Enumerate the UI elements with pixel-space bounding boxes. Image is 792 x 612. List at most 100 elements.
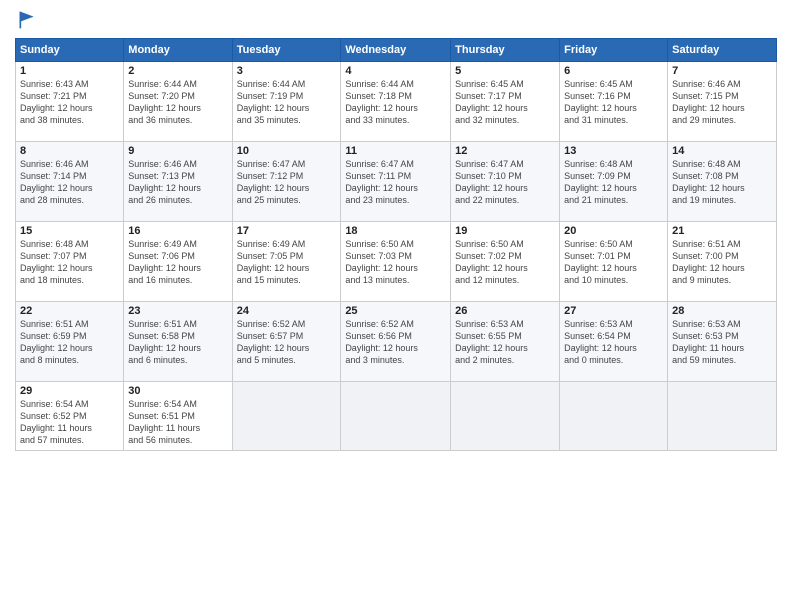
day-number: 29 xyxy=(20,385,119,397)
weekday-header-sunday: Sunday xyxy=(16,39,124,62)
day-cell: 24Sunrise: 6:52 AM Sunset: 6:57 PM Dayli… xyxy=(232,302,341,382)
day-number: 13 xyxy=(564,145,663,157)
day-number: 1 xyxy=(20,65,119,77)
day-number: 28 xyxy=(672,305,772,317)
day-number: 26 xyxy=(455,305,555,317)
day-info: Sunrise: 6:51 AM Sunset: 7:00 PM Dayligh… xyxy=(672,238,772,287)
day-info: Sunrise: 6:49 AM Sunset: 7:06 PM Dayligh… xyxy=(128,238,227,287)
weekday-header-monday: Monday xyxy=(124,39,232,62)
weekday-header-friday: Friday xyxy=(560,39,668,62)
day-cell: 29Sunrise: 6:54 AM Sunset: 6:52 PM Dayli… xyxy=(16,382,124,451)
day-cell: 2Sunrise: 6:44 AM Sunset: 7:20 PM Daylig… xyxy=(124,62,232,142)
day-cell: 3Sunrise: 6:44 AM Sunset: 7:19 PM Daylig… xyxy=(232,62,341,142)
day-cell: 4Sunrise: 6:44 AM Sunset: 7:18 PM Daylig… xyxy=(341,62,451,142)
day-number: 14 xyxy=(672,145,772,157)
day-info: Sunrise: 6:50 AM Sunset: 7:03 PM Dayligh… xyxy=(345,238,446,287)
day-cell: 5Sunrise: 6:45 AM Sunset: 7:17 PM Daylig… xyxy=(451,62,560,142)
day-cell: 25Sunrise: 6:52 AM Sunset: 6:56 PM Dayli… xyxy=(341,302,451,382)
day-cell: 1Sunrise: 6:43 AM Sunset: 7:21 PM Daylig… xyxy=(16,62,124,142)
day-info: Sunrise: 6:46 AM Sunset: 7:14 PM Dayligh… xyxy=(20,158,119,207)
day-info: Sunrise: 6:51 AM Sunset: 6:58 PM Dayligh… xyxy=(128,318,227,367)
day-number: 17 xyxy=(237,225,337,237)
day-info: Sunrise: 6:50 AM Sunset: 7:02 PM Dayligh… xyxy=(455,238,555,287)
day-info: Sunrise: 6:52 AM Sunset: 6:57 PM Dayligh… xyxy=(237,318,337,367)
day-cell: 15Sunrise: 6:48 AM Sunset: 7:07 PM Dayli… xyxy=(16,222,124,302)
day-cell: 30Sunrise: 6:54 AM Sunset: 6:51 PM Dayli… xyxy=(124,382,232,451)
day-cell: 14Sunrise: 6:48 AM Sunset: 7:08 PM Dayli… xyxy=(668,142,777,222)
day-info: Sunrise: 6:46 AM Sunset: 7:15 PM Dayligh… xyxy=(672,78,772,127)
day-info: Sunrise: 6:54 AM Sunset: 6:51 PM Dayligh… xyxy=(128,398,227,447)
day-number: 4 xyxy=(345,65,446,77)
day-info: Sunrise: 6:54 AM Sunset: 6:52 PM Dayligh… xyxy=(20,398,119,447)
week-row-2: 8Sunrise: 6:46 AM Sunset: 7:14 PM Daylig… xyxy=(16,142,777,222)
day-number: 3 xyxy=(237,65,337,77)
day-number: 30 xyxy=(128,385,227,397)
weekday-header-wednesday: Wednesday xyxy=(341,39,451,62)
day-number: 5 xyxy=(455,65,555,77)
day-number: 19 xyxy=(455,225,555,237)
day-number: 6 xyxy=(564,65,663,77)
day-info: Sunrise: 6:47 AM Sunset: 7:12 PM Dayligh… xyxy=(237,158,337,207)
day-info: Sunrise: 6:47 AM Sunset: 7:10 PM Dayligh… xyxy=(455,158,555,207)
day-cell xyxy=(232,382,341,451)
week-row-1: 1Sunrise: 6:43 AM Sunset: 7:21 PM Daylig… xyxy=(16,62,777,142)
day-info: Sunrise: 6:53 AM Sunset: 6:54 PM Dayligh… xyxy=(564,318,663,367)
day-info: Sunrise: 6:44 AM Sunset: 7:20 PM Dayligh… xyxy=(128,78,227,127)
day-number: 11 xyxy=(345,145,446,157)
day-cell: 17Sunrise: 6:49 AM Sunset: 7:05 PM Dayli… xyxy=(232,222,341,302)
day-cell: 26Sunrise: 6:53 AM Sunset: 6:55 PM Dayli… xyxy=(451,302,560,382)
day-cell xyxy=(560,382,668,451)
day-cell: 11Sunrise: 6:47 AM Sunset: 7:11 PM Dayli… xyxy=(341,142,451,222)
day-cell xyxy=(341,382,451,451)
day-number: 2 xyxy=(128,65,227,77)
day-cell: 28Sunrise: 6:53 AM Sunset: 6:53 PM Dayli… xyxy=(668,302,777,382)
day-info: Sunrise: 6:46 AM Sunset: 7:13 PM Dayligh… xyxy=(128,158,227,207)
day-info: Sunrise: 6:47 AM Sunset: 7:11 PM Dayligh… xyxy=(345,158,446,207)
day-info: Sunrise: 6:48 AM Sunset: 7:07 PM Dayligh… xyxy=(20,238,119,287)
day-cell: 10Sunrise: 6:47 AM Sunset: 7:12 PM Dayli… xyxy=(232,142,341,222)
day-info: Sunrise: 6:51 AM Sunset: 6:59 PM Dayligh… xyxy=(20,318,119,367)
day-info: Sunrise: 6:43 AM Sunset: 7:21 PM Dayligh… xyxy=(20,78,119,127)
day-cell: 12Sunrise: 6:47 AM Sunset: 7:10 PM Dayli… xyxy=(451,142,560,222)
day-number: 7 xyxy=(672,65,772,77)
day-info: Sunrise: 6:48 AM Sunset: 7:09 PM Dayligh… xyxy=(564,158,663,207)
day-number: 21 xyxy=(672,225,772,237)
day-info: Sunrise: 6:44 AM Sunset: 7:19 PM Dayligh… xyxy=(237,78,337,127)
day-info: Sunrise: 6:52 AM Sunset: 6:56 PM Dayligh… xyxy=(345,318,446,367)
day-cell: 23Sunrise: 6:51 AM Sunset: 6:58 PM Dayli… xyxy=(124,302,232,382)
day-number: 20 xyxy=(564,225,663,237)
day-number: 22 xyxy=(20,305,119,317)
day-cell: 19Sunrise: 6:50 AM Sunset: 7:02 PM Dayli… xyxy=(451,222,560,302)
week-row-3: 15Sunrise: 6:48 AM Sunset: 7:07 PM Dayli… xyxy=(16,222,777,302)
weekday-header-thursday: Thursday xyxy=(451,39,560,62)
day-cell: 13Sunrise: 6:48 AM Sunset: 7:09 PM Dayli… xyxy=(560,142,668,222)
day-number: 8 xyxy=(20,145,119,157)
day-info: Sunrise: 6:45 AM Sunset: 7:17 PM Dayligh… xyxy=(455,78,555,127)
day-cell: 7Sunrise: 6:46 AM Sunset: 7:15 PM Daylig… xyxy=(668,62,777,142)
header xyxy=(15,10,777,30)
day-info: Sunrise: 6:45 AM Sunset: 7:16 PM Dayligh… xyxy=(564,78,663,127)
day-cell: 21Sunrise: 6:51 AM Sunset: 7:00 PM Dayli… xyxy=(668,222,777,302)
day-number: 24 xyxy=(237,305,337,317)
day-number: 25 xyxy=(345,305,446,317)
weekday-header-saturday: Saturday xyxy=(668,39,777,62)
day-number: 23 xyxy=(128,305,227,317)
day-number: 27 xyxy=(564,305,663,317)
day-cell: 20Sunrise: 6:50 AM Sunset: 7:01 PM Dayli… xyxy=(560,222,668,302)
weekday-row: SundayMondayTuesdayWednesdayThursdayFrid… xyxy=(16,39,777,62)
day-info: Sunrise: 6:49 AM Sunset: 7:05 PM Dayligh… xyxy=(237,238,337,287)
calendar-header: SundayMondayTuesdayWednesdayThursdayFrid… xyxy=(16,39,777,62)
day-cell: 16Sunrise: 6:49 AM Sunset: 7:06 PM Dayli… xyxy=(124,222,232,302)
logo-flag-icon xyxy=(17,10,37,30)
day-cell: 9Sunrise: 6:46 AM Sunset: 7:13 PM Daylig… xyxy=(124,142,232,222)
calendar-table: SundayMondayTuesdayWednesdayThursdayFrid… xyxy=(15,38,777,451)
day-cell: 27Sunrise: 6:53 AM Sunset: 6:54 PM Dayli… xyxy=(560,302,668,382)
day-cell: 6Sunrise: 6:45 AM Sunset: 7:16 PM Daylig… xyxy=(560,62,668,142)
day-number: 18 xyxy=(345,225,446,237)
day-info: Sunrise: 6:50 AM Sunset: 7:01 PM Dayligh… xyxy=(564,238,663,287)
day-info: Sunrise: 6:44 AM Sunset: 7:18 PM Dayligh… xyxy=(345,78,446,127)
day-number: 9 xyxy=(128,145,227,157)
calendar-body: 1Sunrise: 6:43 AM Sunset: 7:21 PM Daylig… xyxy=(16,62,777,451)
day-cell: 8Sunrise: 6:46 AM Sunset: 7:14 PM Daylig… xyxy=(16,142,124,222)
day-number: 16 xyxy=(128,225,227,237)
